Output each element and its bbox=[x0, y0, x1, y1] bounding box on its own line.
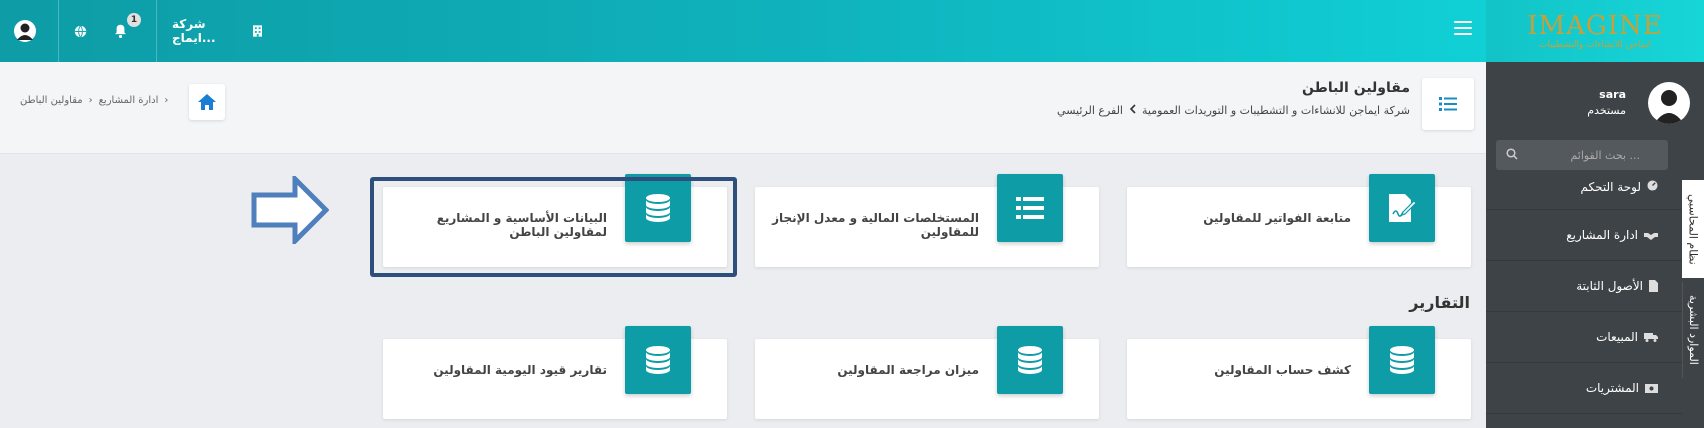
sidebar-item-sales[interactable]: المبيعات bbox=[1486, 312, 1682, 363]
card-icon-box bbox=[1369, 174, 1435, 242]
card-icon-box bbox=[625, 174, 691, 242]
globe-icon bbox=[74, 24, 86, 38]
card-label: تقارير قيود اليومية المقاولين bbox=[433, 363, 607, 377]
card-financial-statements[interactable]: المستخلصات المالية و معدل الإنجاز للمقاو… bbox=[755, 174, 1099, 267]
card-icon-box bbox=[1369, 326, 1435, 394]
tab-hr[interactable]: الموارد البشرية bbox=[1682, 282, 1704, 378]
invoice-sign-icon bbox=[1389, 194, 1417, 222]
file-icon bbox=[1649, 280, 1658, 292]
brand-logo[interactable]: IMAGINE ايماجن للانشاءات والتشطيبات bbox=[1486, 0, 1704, 62]
truck-icon bbox=[1644, 333, 1658, 342]
notification-badge: 1 bbox=[127, 13, 141, 27]
card-journal-reports[interactable]: تقارير قيود اليومية المقاولين bbox=[383, 326, 727, 419]
tab-label: الموارد البشرية bbox=[1687, 295, 1700, 365]
card-label: متابعة الفواتير للمقاولين bbox=[1203, 211, 1351, 225]
sidebar-item-label: لوحة التحكم bbox=[1580, 180, 1642, 194]
user-avatar-button[interactable] bbox=[8, 0, 42, 62]
pointer-arrow-icon bbox=[251, 176, 329, 244]
tab-accounting[interactable]: نظام المحاسبي bbox=[1682, 180, 1704, 278]
sidebar-item-label: المبيعات bbox=[1596, 330, 1638, 344]
card-label: البيانات الأساسية و المشاريع لمقاولين ال… bbox=[436, 211, 607, 239]
menu-search-input[interactable] bbox=[1496, 140, 1668, 170]
card-icon-box bbox=[997, 174, 1063, 242]
list-icon bbox=[1016, 197, 1044, 219]
company-name: شركة ايماج... bbox=[172, 17, 216, 45]
page-title: مقاولين الباطن bbox=[1302, 80, 1410, 96]
menu-search bbox=[1496, 140, 1668, 170]
home-button[interactable] bbox=[189, 84, 225, 120]
building-icon bbox=[252, 25, 262, 37]
database-icon bbox=[1018, 346, 1042, 374]
tab-label: نظام المحاسبي bbox=[1686, 193, 1700, 265]
company-switcher[interactable]: شركة ايماج... bbox=[172, 0, 262, 62]
sidebar-item-projects[interactable]: ادارة المشاريع bbox=[1486, 210, 1682, 261]
notifications-button[interactable]: 1 bbox=[110, 0, 141, 62]
sidebar-menu: لوحة التحكم ادارة المشاريع الأصول الثابت… bbox=[1486, 180, 1682, 414]
topbar-divider bbox=[156, 0, 157, 62]
page-subtitle: شركة ايماجن للانشاءات و التشطيبات و التو… bbox=[1057, 104, 1410, 117]
handshake-icon bbox=[1644, 233, 1658, 240]
logo-text: IMAGINE bbox=[1527, 10, 1663, 41]
topbar-divider bbox=[58, 0, 59, 62]
breadcrumb-current: مقاولين الباطن bbox=[20, 95, 83, 106]
card-label: المستخلصات المالية و معدل الإنجاز للمقاو… bbox=[772, 211, 979, 239]
database-icon bbox=[646, 194, 670, 222]
sidebar-item-label: الأصول الثابتة bbox=[1576, 279, 1643, 293]
card-label: كشف حساب المقاولين bbox=[1214, 363, 1351, 377]
card-invoice-tracking[interactable]: متابعة الفواتير للمقاولين bbox=[1127, 174, 1471, 267]
card-contractors-statement[interactable]: كشف حساب المقاولين bbox=[1127, 326, 1471, 419]
avatar bbox=[1648, 82, 1690, 124]
sidebar-item-label: المشتريات bbox=[1585, 381, 1639, 395]
bell-icon bbox=[114, 24, 126, 38]
card-label: ميزان مراجعة المقاولين bbox=[837, 363, 979, 377]
sidebar: sara مستخدم لوحة التحكم ادارة المشاريع ا… bbox=[1486, 62, 1704, 428]
breadcrumb: مقاولين الباطن › ادارة المشاريع › bbox=[20, 95, 169, 106]
database-icon bbox=[1390, 346, 1414, 374]
card-basic-data[interactable]: البيانات الأساسية و المشاريع لمقاولين ال… bbox=[383, 174, 727, 267]
top-navbar: 1 شركة ايماج... bbox=[0, 0, 1486, 62]
language-button[interactable] bbox=[68, 0, 92, 62]
branch-label: الفرع الرئيسي bbox=[1057, 104, 1123, 117]
sidebar-module-tabs: نظام المحاسبي الموارد البشرية bbox=[1682, 180, 1704, 428]
sidebar-item-purchases[interactable]: المشتريات bbox=[1486, 363, 1682, 414]
page-icon-box bbox=[1422, 78, 1474, 130]
user-panel: sara مستخدم bbox=[1486, 72, 1704, 132]
user-avatar-icon bbox=[14, 20, 36, 42]
sidebar-item-fixed-assets[interactable]: الأصول الثابتة bbox=[1486, 261, 1682, 312]
logo-subtitle: ايماجن للانشاءات والتشطيبات bbox=[1538, 39, 1652, 50]
sidebar-item-label: ادارة المشاريع bbox=[1566, 228, 1638, 242]
search-icon bbox=[1506, 148, 1518, 160]
user-name: sara bbox=[1599, 88, 1626, 101]
breadcrumb-link[interactable]: ادارة المشاريع bbox=[99, 95, 159, 106]
company-label: شركة ايماجن للانشاءات و التشطيبات و التو… bbox=[1142, 104, 1410, 117]
money-icon bbox=[1645, 383, 1658, 393]
user-role: مستخدم bbox=[1587, 104, 1626, 117]
home-icon bbox=[198, 94, 216, 110]
menu-toggle-button[interactable] bbox=[1454, 17, 1472, 39]
list-icon bbox=[1439, 97, 1457, 111]
page-header: مقاولين الباطن شركة ايماجن للانشاءات و ا… bbox=[0, 62, 1486, 154]
chevron-left-icon bbox=[1129, 104, 1136, 114]
card-icon-box bbox=[997, 326, 1063, 394]
database-icon bbox=[646, 346, 670, 374]
card-trial-balance[interactable]: ميزان مراجعة المقاولين bbox=[755, 326, 1099, 419]
dashboard-icon bbox=[1647, 180, 1658, 191]
card-icon-box bbox=[625, 326, 691, 394]
sidebar-item-dashboard[interactable]: لوحة التحكم bbox=[1486, 180, 1682, 210]
reports-section-title: التقارير bbox=[1409, 293, 1470, 312]
